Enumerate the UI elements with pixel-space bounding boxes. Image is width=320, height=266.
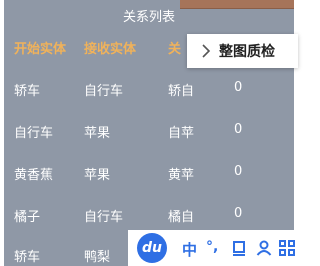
grid-icon[interactable] xyxy=(279,240,295,256)
chinese-mode-toggle[interactable]: 中 xyxy=(182,239,197,260)
cell-receive-entity: 自行车 xyxy=(84,210,124,225)
cell-relation: 自苹 xyxy=(168,126,195,141)
ime-toolbar: du 中 °, xyxy=(128,230,298,266)
cup-icon[interactable] xyxy=(232,240,248,256)
cell-relation: 黄苹 xyxy=(168,168,195,183)
cell-start-entity: 轿车 xyxy=(14,84,41,99)
column-header-relation[interactable]: 关 xyxy=(168,38,181,57)
cell-receive-entity: 苹果 xyxy=(84,126,111,141)
cell-count: 0 xyxy=(234,206,243,221)
cell-receive-entity: 自行车 xyxy=(84,84,124,99)
person-icon[interactable] xyxy=(256,240,272,256)
cell-start-entity: 轿车 xyxy=(14,250,41,265)
cell-receive-entity: 苹果 xyxy=(84,168,111,183)
punctuation-toggle[interactable]: °, xyxy=(206,239,218,255)
baidu-ime-logo-icon[interactable]: du xyxy=(137,233,167,263)
column-header-start-entity[interactable]: 开始实体 xyxy=(14,38,66,57)
cell-count: 0 xyxy=(234,80,243,95)
whole-image-qc-label: 整图质检 xyxy=(219,44,275,60)
cell-start-entity: 黄香蕉 xyxy=(14,168,54,183)
cell-start-entity: 自行车 xyxy=(14,126,54,141)
cell-start-entity: 橘子 xyxy=(14,210,41,225)
whole-image-qc-menu-item[interactable]: 整图质检 xyxy=(187,34,298,68)
panel-title: 关系列表 xyxy=(122,10,175,25)
cell-count: 0 xyxy=(234,164,243,179)
cell-relation: 轿自 xyxy=(168,84,195,99)
chevron-right-icon xyxy=(202,44,211,58)
cell-receive-entity: 鸭梨 xyxy=(84,250,111,265)
column-header-receive-entity[interactable]: 接收实体 xyxy=(84,38,136,57)
cell-relation: 橘自 xyxy=(168,210,195,225)
cell-count: 0 xyxy=(234,122,243,137)
